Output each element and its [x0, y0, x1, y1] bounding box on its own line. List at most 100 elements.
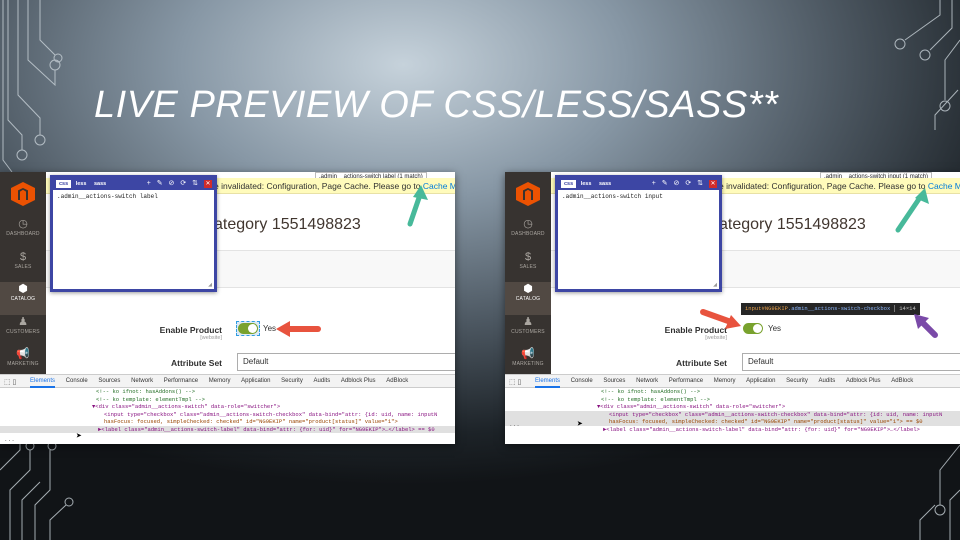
dom-line[interactable]: ▼<div class="admin__actions-switch" data… — [0, 403, 455, 411]
tab-security[interactable]: Security — [281, 375, 303, 387]
inspect-tooltip: input#NG9EKIP.admin__actions-switch-chec… — [741, 303, 920, 315]
panel-controls[interactable]: + ✎ ⊘ ⟳ ⇅ ✕ — [652, 178, 717, 190]
dom-line[interactable]: <!-- ko template: elementTmpl --> — [0, 396, 455, 404]
nav-label: MARKETING — [512, 361, 544, 367]
tab-css[interactable]: css — [561, 180, 577, 188]
panel-control-icons[interactable]: + ✎ ⊘ ⟳ ⇅ — [652, 180, 705, 187]
tab-elements[interactable]: Elements — [535, 376, 561, 388]
dom-line[interactable]: <!-- ko template: elementTmpl --> — [505, 396, 960, 404]
tab-adblock-plus[interactable]: Adblock Plus — [846, 375, 881, 387]
tab-sass[interactable]: sass — [596, 178, 614, 190]
magento-logo — [516, 182, 540, 206]
tab-application[interactable]: Application — [241, 375, 270, 387]
tab-adblock-plus[interactable]: Adblock Plus — [341, 375, 376, 387]
dom-line-selected[interactable]: hasFocus: focused, simpleChecked: checke… — [505, 418, 960, 426]
dom-line-selected[interactable]: <input type="checkbox" class="admin__act… — [505, 410, 960, 418]
cache-manager-link[interactable]: Cache Manager — [423, 181, 455, 191]
devtools-panel: ⬚ ▯ Elements Console Sources Network Per… — [505, 374, 960, 444]
resize-handle-icon[interactable]: ◢ — [208, 282, 212, 288]
resize-handle-icon[interactable]: ◢ — [713, 282, 717, 288]
cube-icon: ⬢ — [18, 283, 28, 295]
inspect-icon[interactable]: ⬚ ▯ — [4, 377, 16, 389]
attribute-set-label: Attribute Set — [171, 358, 222, 368]
nav-item-dashboard[interactable]: ◷ DASHBOARD — [0, 217, 46, 250]
enable-product-toggle[interactable] — [238, 323, 258, 334]
inspect-icon[interactable]: ⬚ ▯ — [509, 377, 521, 389]
nav-label: DASHBOARD — [6, 231, 40, 237]
tab-performance[interactable]: Performance — [669, 375, 703, 387]
person-icon: ♟ — [18, 316, 28, 328]
css-panel-header: css less sass + ✎ ⊘ ⟳ ⇅ ✕ — [53, 178, 214, 190]
css-editor[interactable]: .admin__actions-switch input — [558, 190, 719, 203]
devtools-tabbar: ⬚ ▯ Elements Console Sources Network Per… — [505, 375, 960, 388]
dom-line-selected[interactable]: ►<label class="admin__actions-switch-lab… — [0, 425, 455, 433]
screenshot-input-selector: ◷ DASHBOARD $ SALES ⬢ CATALOG ♟ CUSTOMER… — [505, 172, 960, 444]
tab-security[interactable]: Security — [786, 375, 808, 387]
close-icon[interactable]: ✕ — [204, 180, 212, 188]
system-message-text: e invalidated: Configuration, Page Cache… — [214, 181, 423, 191]
tab-memory[interactable]: Memory — [209, 375, 231, 387]
tab-performance[interactable]: Performance — [164, 375, 198, 387]
tab-audits[interactable]: Audits — [314, 375, 331, 387]
tab-audits[interactable]: Audits — [819, 375, 836, 387]
nav-item-sales[interactable]: $ SALES — [505, 250, 551, 283]
close-icon[interactable]: ✕ — [709, 180, 717, 188]
dom-line-text: ▼<div class="admin__actions-switch" data… — [597, 403, 786, 410]
page-title: ategory 1551498823 — [214, 216, 361, 233]
tab-network[interactable]: Network — [131, 375, 153, 387]
tab-application[interactable]: Application — [746, 375, 775, 387]
tab-less[interactable]: less — [73, 178, 90, 190]
nav-item-dashboard[interactable]: ◷ DASHBOARD — [505, 217, 551, 250]
tab-sources[interactable]: Sources — [98, 375, 120, 387]
nav-item-catalog[interactable]: ⬢ CATALOG — [0, 282, 46, 315]
dom-line[interactable]: ▼<div class="admin__actions-switch" data… — [505, 403, 960, 411]
attribute-set-select[interactable]: Default — [742, 353, 960, 371]
panel-controls[interactable]: + ✎ ⊘ ⟳ ⇅ ✕ — [147, 178, 212, 190]
nav-item-customers[interactable]: ♟ CUSTOMERS — [0, 315, 46, 348]
attribute-set-select[interactable]: Default — [237, 353, 455, 371]
page-title: ategory 1551498823 — [719, 216, 866, 233]
dom-line[interactable]: ►<label class="admin__actions-switch-lab… — [505, 426, 960, 434]
megaphone-icon: 📢 — [521, 348, 535, 360]
tab-network[interactable]: Network — [636, 375, 658, 387]
tab-console[interactable]: Console — [571, 375, 593, 387]
dom-line-text: <!-- ko template: elementTmpl --> — [96, 395, 205, 403]
tab-sass[interactable]: sass — [91, 178, 109, 190]
enable-product-label: Enable Product — [664, 325, 727, 335]
nav-item-sales[interactable]: $ SALES — [0, 250, 46, 283]
tab-elements[interactable]: Elements — [30, 376, 56, 388]
dom-line[interactable]: <!-- ko ifnot: hasAddons() --> — [0, 388, 455, 396]
dom-line-text: ►<label class="admin__actions-switch-lab… — [603, 425, 920, 433]
dom-line[interactable]: <input type="checkbox" class="admin__act… — [0, 411, 455, 419]
dom-line[interactable]: <!-- ko ifnot: hasAddons() --> — [505, 388, 960, 396]
tab-css[interactable]: css — [56, 180, 72, 188]
admin-sidebar: ◷ DASHBOARD $ SALES ⬢ CATALOG ♟ CUSTOMER… — [505, 172, 551, 374]
inspect-id: #NG9EKIP — [761, 305, 788, 312]
teal-arrow — [895, 188, 929, 233]
tab-adblock[interactable]: AdBlock — [386, 375, 408, 387]
more-dots[interactable]: ... — [509, 421, 520, 428]
nav-item-customers[interactable]: ♟ CUSTOMERS — [505, 315, 551, 348]
dom-line-text: ▼<div class="admin__actions-switch" data… — [92, 403, 281, 410]
cache-manager-link[interactable]: Cache Manager — [928, 181, 960, 191]
mouse-cursor-icon: ➤ — [76, 432, 83, 443]
tab-sources[interactable]: Sources — [603, 375, 625, 387]
panel-control-icons[interactable]: + ✎ ⊘ ⟳ ⇅ — [147, 180, 200, 187]
dollar-icon: $ — [524, 251, 532, 263]
live-css-panel: css less sass + ✎ ⊘ ⟳ ⇅ ✕ .admin__action… — [50, 175, 217, 292]
tab-adblock[interactable]: AdBlock — [891, 375, 913, 387]
dom-line-text: <!-- ko template: elementTmpl --> — [601, 395, 710, 403]
dom-line[interactable]: hasFocus: focused, simpleChecked: checke… — [0, 418, 455, 426]
css-panel-header: css less sass + ✎ ⊘ ⟳ ⇅ ✕ — [558, 178, 719, 190]
tab-console[interactable]: Console — [66, 375, 88, 387]
inspect-dimensions: 14×14 — [894, 305, 916, 312]
more-dots[interactable]: ... — [4, 436, 15, 443]
nav-label: MARKETING — [7, 361, 39, 367]
css-editor[interactable]: .admin__actions-switch label — [53, 190, 214, 203]
dom-line-text: hasFocus: focused, simpleChecked: checke… — [104, 418, 398, 425]
tab-less[interactable]: less — [578, 178, 595, 190]
enable-product-toggle[interactable] — [743, 323, 763, 334]
admin-sidebar: ◷ DASHBOARD $ SALES ⬢ CATALOG ♟ CUSTOMER… — [0, 172, 46, 374]
tab-memory[interactable]: Memory — [714, 375, 736, 387]
nav-item-catalog[interactable]: ⬢ CATALOG — [505, 282, 551, 315]
